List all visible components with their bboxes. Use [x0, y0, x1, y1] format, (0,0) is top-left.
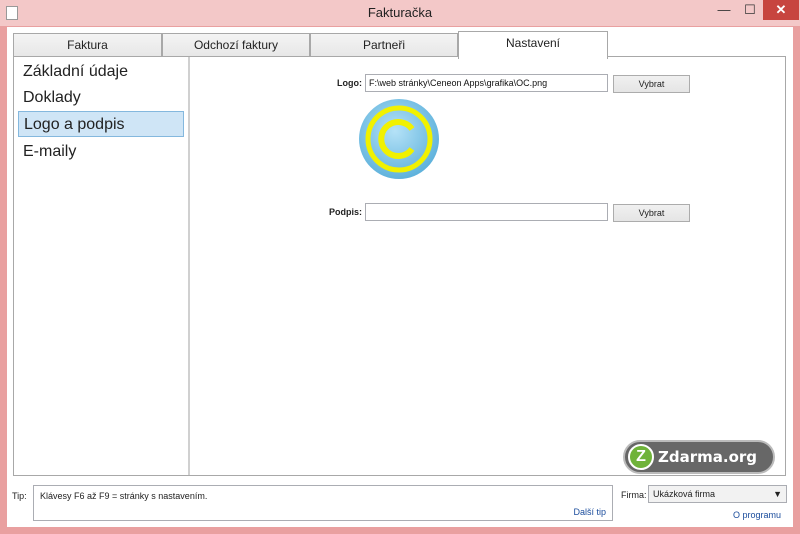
tab-faktura[interactable]: Faktura — [13, 33, 162, 58]
signature-browse-button[interactable]: Vybrat — [613, 204, 690, 222]
settings-sidebar: Základní údaje Doklady Logo a podpis E-m… — [14, 57, 190, 475]
tip-label: Tip: — [12, 491, 27, 501]
signature-label: Podpis: — [329, 207, 362, 217]
tip-text: Klávesy F6 až F9 = stránky s nastavením. — [40, 491, 208, 501]
next-tip-link[interactable]: Další tip — [573, 507, 606, 517]
tip-box: Klávesy F6 až F9 = stránky s nastavením.… — [33, 485, 613, 521]
window-title: Fakturačka — [367, 5, 433, 20]
logo-browse-button[interactable]: Vybrat — [613, 75, 690, 93]
watermark: Z Zdarma.org — [623, 440, 775, 474]
about-link[interactable]: O programu — [733, 510, 781, 520]
settings-panel: Základní údaje Doklady Logo a podpis E-m… — [13, 56, 786, 476]
signature-path-field[interactable] — [365, 203, 608, 221]
firma-value: Ukázková firma — [653, 489, 716, 499]
tab-partneri[interactable]: Partneři — [310, 33, 458, 58]
chevron-down-icon: ▼ — [773, 489, 782, 499]
minimize-button[interactable]: — — [711, 0, 737, 20]
sidebar-item-zakladni-udaje[interactable]: Základní údaje — [18, 59, 184, 85]
maximize-button[interactable]: ☐ — [737, 0, 763, 20]
sidebar-item-doklady[interactable]: Doklady — [18, 85, 184, 111]
logo-label: Logo: — [337, 78, 362, 88]
copyright-logo-icon — [359, 99, 439, 179]
tab-odchozi-faktury[interactable]: Odchozí faktury — [162, 33, 310, 58]
close-button[interactable]: ✕ — [763, 0, 799, 20]
firma-select[interactable]: Ukázková firma ▼ — [648, 485, 787, 503]
tab-nastaveni[interactable]: Nastavení — [458, 31, 608, 59]
app-window: Fakturačka — ☐ ✕ Faktura Odchozí faktury… — [0, 0, 800, 534]
logo-path-field[interactable]: F:\web stránky\Ceneon Apps\grafika\OC.pn… — [365, 74, 608, 92]
status-area: Tip: Klávesy F6 až F9 = stránky s nastav… — [7, 480, 793, 527]
firma-label: Firma: — [621, 490, 647, 500]
title-bar[interactable]: Fakturačka — ☐ ✕ — [0, 0, 800, 26]
sidebar-item-logo-a-podpis[interactable]: Logo a podpis — [18, 111, 184, 137]
watermark-badge-icon: Z — [628, 444, 654, 470]
watermark-text: Zdarma.org — [658, 448, 758, 466]
sidebar-item-e-maily[interactable]: E-maily — [18, 139, 184, 165]
logo-signature-content: Logo: F:\web stránky\Ceneon Apps\grafika… — [194, 57, 784, 475]
